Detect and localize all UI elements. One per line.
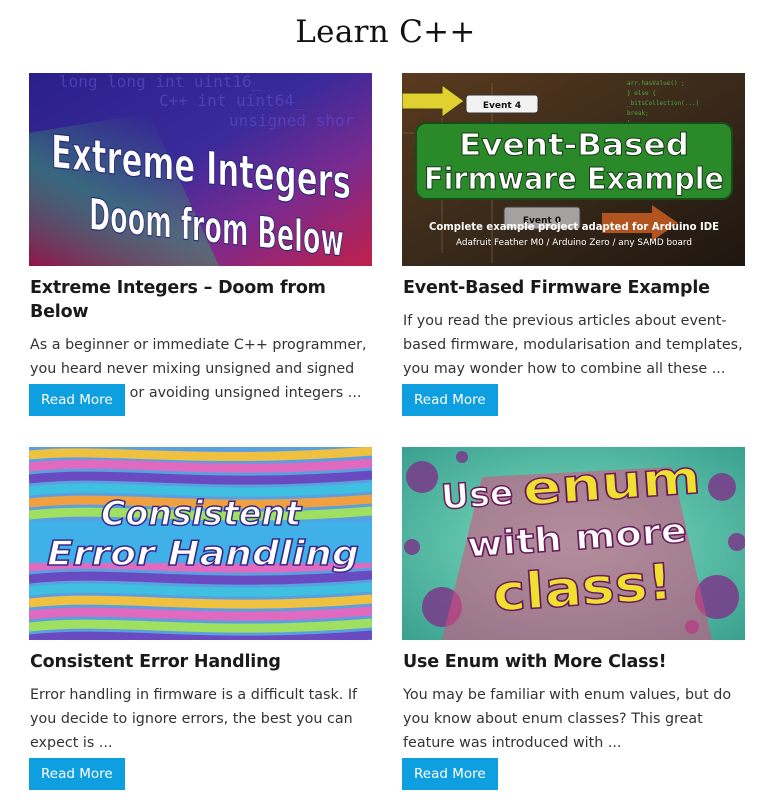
svg-text:Use: Use <box>440 473 515 518</box>
article-thumbnail[interactable]: Use enum with more class! <box>402 447 745 640</box>
article-excerpt: You may be familiar with enum values, bu… <box>403 687 732 751</box>
read-more-button[interactable]: Read More <box>402 758 498 790</box>
read-more-button[interactable]: Read More <box>29 384 125 416</box>
thumbnail-subtitle-2: Adafruit Feather M0 / Arduino Zero / any… <box>456 238 692 248</box>
read-more-button[interactable]: Read More <box>29 758 125 790</box>
article-card-error-handling: Consistent Error Handling Consistent Err… <box>29 447 372 790</box>
article-card-event-based-firmware: arr.hasValue() ; } else { _bitsCollectio… <box>402 73 745 416</box>
svg-text:} else {: } else { <box>627 90 656 97</box>
svg-text:break;: break; <box>627 110 649 117</box>
svg-text:Error Handling: Error Handling <box>47 534 359 574</box>
svg-text:Firmware Example: Firmware Example <box>424 162 724 197</box>
article-thumbnail[interactable]: Consistent Error Handling <box>29 447 372 640</box>
read-more-button[interactable]: Read More <box>402 384 498 416</box>
svg-text:Event-Based: Event-Based <box>459 128 689 163</box>
article-thumbnail[interactable]: long long int uint16_ C++ int uint64_ un… <box>29 73 372 266</box>
article-excerpt: If you read the previous articles about … <box>403 313 743 377</box>
svg-text:_bitsCollection(...): _bitsCollection(...) <box>627 100 699 107</box>
svg-text:Consistent: Consistent <box>101 494 303 534</box>
article-title[interactable]: Use Enum with More Class! <box>403 650 745 674</box>
article-title[interactable]: Event-Based Firmware Example <box>403 276 745 300</box>
article-title[interactable]: Extreme Integers – Doom from Below <box>30 276 372 324</box>
thumbnail-headline: Event-Based Firmware Example <box>424 128 725 198</box>
article-thumbnail[interactable]: arr.hasValue() ; } else { _bitsCollectio… <box>402 73 745 266</box>
code-background-text: long long int uint16_ <box>59 73 262 91</box>
article-card-extreme-integers: long long int uint16_ C++ int uint64_ un… <box>29 73 372 416</box>
thumbnail-subtitle: Complete example project adapted for Ard… <box>429 220 719 233</box>
article-excerpt: Error handling in firmware is a difficul… <box>30 687 358 751</box>
event-tag: Event 4 <box>483 101 521 111</box>
svg-text:arr.hasValue() ;: arr.hasValue() ; <box>627 80 685 87</box>
code-background-text: unsigned shor <box>229 111 355 130</box>
article-card-enum-class: Use enum with more class! Use Enum with … <box>402 447 745 790</box>
code-background-text: C++ int uint64_ <box>159 91 304 110</box>
page-title: Learn C++ <box>295 14 476 50</box>
article-title[interactable]: Consistent Error Handling <box>30 650 372 674</box>
